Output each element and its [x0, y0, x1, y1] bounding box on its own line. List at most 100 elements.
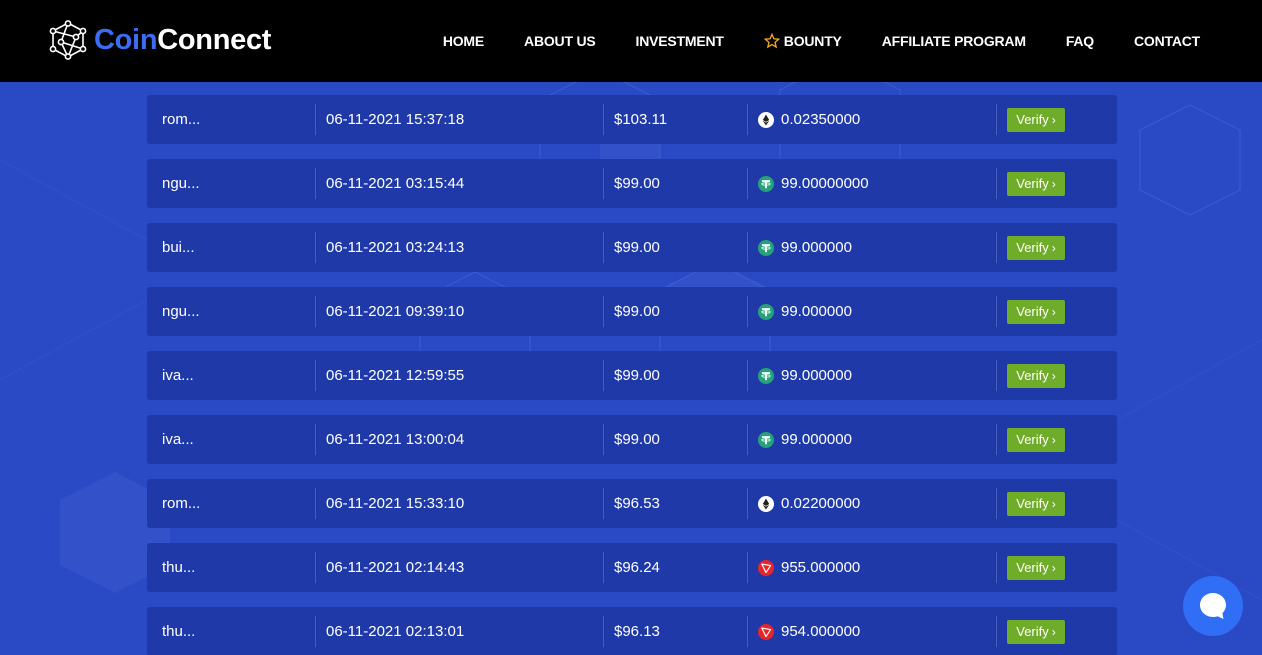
crypto-cell: 954.000000	[758, 607, 988, 655]
user-cell: thu...	[162, 543, 312, 592]
column-divider	[603, 488, 604, 519]
column-divider	[747, 552, 748, 583]
ethereum-icon	[758, 495, 774, 512]
verify-cell: Verify ›	[1007, 223, 1107, 272]
column-divider	[996, 552, 997, 583]
verify-button[interactable]: Verify ›	[1007, 235, 1065, 260]
date-cell-text: 06-11-2021 02:13:01	[326, 623, 465, 640]
column-divider	[996, 360, 997, 391]
user-cell-text: rom...	[162, 111, 201, 128]
crypto-amount: 955.000000	[781, 559, 861, 576]
amount-cell-text: $96.53	[614, 495, 660, 512]
tether-icon	[758, 303, 774, 320]
table-row: ngu... 06-11-2021 09:39:10 $99.00 99.000000…	[147, 287, 1117, 336]
user-cell: ngu...	[162, 159, 312, 208]
crypto-cell: 955.000000	[758, 543, 988, 592]
verify-button[interactable]: Verify ›	[1007, 107, 1065, 132]
nav-item-home[interactable]: HOME	[443, 33, 484, 49]
amount-cell-text: $99.00	[614, 175, 660, 192]
column-divider	[996, 104, 997, 135]
verify-cell: Verify ›	[1007, 287, 1107, 336]
crypto-amount: 0.02200000	[781, 495, 861, 512]
amount-cell: $96.24	[614, 543, 744, 592]
nav-item-affiliate-program[interactable]: AFFILIATE PROGRAM	[882, 33, 1026, 49]
column-divider	[747, 296, 748, 327]
crypto-amount: 99.000000	[781, 303, 852, 320]
user-cell-text: thu...	[162, 559, 196, 576]
column-divider	[747, 232, 748, 263]
amount-cell-text: $99.00	[614, 239, 660, 256]
chevron-right-icon: ›	[1051, 112, 1056, 127]
amount-cell-text: $96.24	[614, 559, 660, 576]
verify-button[interactable]: Verify ›	[1007, 299, 1065, 324]
amount-cell-text: $99.00	[614, 303, 660, 320]
column-divider	[747, 168, 748, 199]
verify-button[interactable]: Verify ›	[1007, 363, 1065, 388]
tron-icon	[758, 559, 774, 576]
amount-cell: $99.00	[614, 159, 744, 208]
chat-widget-button[interactable]	[1183, 576, 1243, 636]
site-logo[interactable]: CoinConnect	[48, 18, 271, 62]
nav-item-contact[interactable]: CONTACT	[1134, 33, 1200, 49]
tether-icon	[758, 175, 774, 192]
column-divider	[747, 360, 748, 391]
nav-item-label: INVESTMENT	[635, 33, 724, 49]
tether-icon	[758, 431, 774, 448]
date-cell-text: 06-11-2021 02:14:43	[326, 559, 465, 576]
user-cell: rom...	[162, 95, 312, 144]
date-cell-text: 06-11-2021 09:39:10	[326, 303, 465, 320]
tether-icon	[758, 239, 774, 256]
date-cell: 06-11-2021 03:15:44	[326, 159, 596, 208]
table-row: thu... 06-11-2021 02:13:01 $96.13 954.00000…	[147, 607, 1117, 655]
crypto-cell: 99.000000	[758, 351, 988, 400]
date-cell: 06-11-2021 03:24:13	[326, 223, 596, 272]
user-cell-text: ngu...	[162, 303, 200, 320]
verify-button-label: Verify	[1016, 368, 1049, 383]
nav-item-label: HOME	[442, 33, 485, 49]
verify-cell: Verify ›	[1007, 351, 1107, 400]
table-row: rom... 06-11-2021 15:37:18 $103.11 0.023500…	[147, 95, 1117, 144]
nav-item-about-us[interactable]: ABOUT US	[524, 33, 596, 49]
column-divider	[996, 232, 997, 263]
column-divider	[315, 616, 316, 647]
verify-button-label: Verify	[1016, 112, 1049, 127]
nav-item-faq[interactable]: FAQ	[1066, 33, 1094, 49]
network-logo-icon	[49, 20, 87, 60]
verify-button[interactable]: Verify ›	[1007, 555, 1065, 580]
date-cell: 06-11-2021 15:33:10	[326, 479, 596, 528]
nav-item-investment[interactable]: INVESTMENT	[636, 33, 724, 49]
verify-button[interactable]: Verify ›	[1007, 491, 1065, 516]
amount-cell: $99.00	[614, 415, 744, 464]
column-divider	[996, 488, 997, 519]
date-cell: 06-11-2021 15:37:18	[326, 95, 596, 144]
column-divider	[315, 360, 316, 391]
column-divider	[603, 424, 604, 455]
top-navbar: CoinConnect HOME ABOUT US INVESTMENT BOUNTY…	[0, 0, 1262, 82]
table-row: iva... 06-11-2021 13:00:04 $99.00 99.000000…	[147, 415, 1117, 464]
column-divider	[315, 424, 316, 455]
crypto-amount: 954.000000	[781, 623, 861, 640]
user-cell: ngu...	[162, 287, 312, 336]
verify-button[interactable]: Verify ›	[1007, 427, 1065, 452]
nav-item-bounty[interactable]: BOUNTY	[763, 33, 842, 49]
column-divider	[603, 104, 604, 135]
column-divider	[747, 104, 748, 135]
crypto-amount: 99.000000	[781, 431, 852, 448]
date-cell-text: 06-11-2021 15:33:10	[326, 495, 465, 512]
transactions-list: rom... 06-11-2021 15:37:18 $103.11 0.023500…	[147, 95, 1117, 655]
main-nav: HOME ABOUT US INVESTMENT BOUNTY AFFILIATE PR…	[443, 0, 1200, 82]
verify-button[interactable]: Verify ›	[1007, 619, 1065, 644]
user-cell: thu...	[162, 607, 312, 655]
nav-item-label: AFFILIATE PROGRAM	[881, 33, 1026, 49]
verify-button-label: Verify	[1016, 304, 1049, 319]
nav-item-label: CONTACT	[1134, 33, 1200, 49]
logo-text-coin: Coin	[94, 23, 158, 56]
column-divider	[315, 296, 316, 327]
date-cell-text: 06-11-2021 03:15:44	[326, 175, 465, 192]
ethereum-icon	[758, 111, 774, 128]
amount-cell: $96.13	[614, 607, 744, 655]
column-divider	[747, 488, 748, 519]
amount-cell: $103.11	[614, 95, 744, 144]
verify-button[interactable]: Verify ›	[1007, 171, 1065, 196]
column-divider	[996, 168, 997, 199]
